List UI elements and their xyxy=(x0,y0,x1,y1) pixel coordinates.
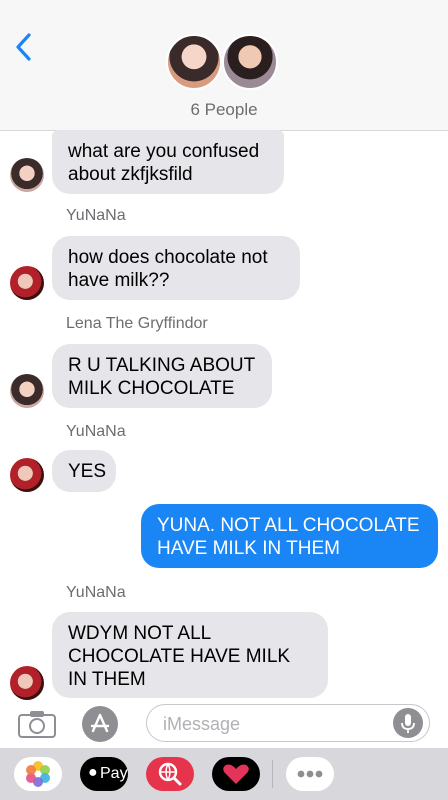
app-drawer: ● Pay xyxy=(0,748,448,800)
message-bubble[interactable]: R U TALKING ABOUT MILK CHOCOLATE xyxy=(52,344,272,408)
microphone-button[interactable] xyxy=(393,708,423,738)
apple-pay-label: Pay xyxy=(100,765,128,782)
avatar xyxy=(166,34,222,90)
outgoing-message-bubble[interactable]: YUNA. NOT ALL CHOCOLATE HAVE MILK IN THE… xyxy=(141,504,438,568)
sender-avatar xyxy=(10,158,44,192)
globe-search-icon xyxy=(158,762,182,786)
message-text: YES xyxy=(68,461,107,482)
tray-divider xyxy=(272,760,273,788)
app-store-icon xyxy=(90,713,110,733)
avatar xyxy=(222,34,278,90)
message-text: what are you confused about zkfjksfild xyxy=(68,141,260,185)
message-bubble[interactable]: WDYM NOT ALL CHOCOLATE HAVE MILK IN THEM xyxy=(52,612,328,698)
sender-avatar xyxy=(10,266,44,300)
back-chevron-icon[interactable] xyxy=(12,32,36,62)
heart-icon xyxy=(223,764,249,784)
sender-name: YuNaNa xyxy=(66,207,126,224)
apple-pay-icon[interactable]: ● Pay xyxy=(80,757,128,791)
group-avatars[interactable] xyxy=(166,34,286,94)
app-store-button[interactable] xyxy=(82,706,118,742)
message-text: R U TALKING ABOUT MILK CHOCOLATE xyxy=(68,355,255,399)
digital-touch-icon[interactable] xyxy=(212,757,260,791)
conversation-header: 6 People xyxy=(0,0,448,131)
message-text: how does chocolate not have milk?? xyxy=(68,247,268,291)
ellipsis-icon xyxy=(297,770,323,778)
message-text: YUNA. NOT ALL CHOCOLATE HAVE MILK IN THE… xyxy=(157,515,420,559)
sender-name: YuNaNa xyxy=(66,423,126,440)
group-member-count[interactable]: 6 People xyxy=(0,100,448,120)
sender-name: Lena The Gryffindor xyxy=(66,315,208,332)
search-images-icon[interactable] xyxy=(146,757,194,791)
message-bubble[interactable]: YES xyxy=(52,450,116,492)
sender-avatar xyxy=(10,458,44,492)
microphone-icon xyxy=(401,714,415,733)
message-bubble[interactable]: what are you confused about zkfjksfild xyxy=(52,130,284,194)
photos-app-icon[interactable] xyxy=(14,757,62,791)
message-text: WDYM NOT ALL CHOCOLATE HAVE MILK IN THEM xyxy=(68,623,291,690)
sender-avatar xyxy=(10,374,44,408)
imessage-input[interactable]: iMessage xyxy=(146,704,430,742)
more-apps-icon[interactable] xyxy=(286,757,334,791)
message-bubble[interactable]: how does chocolate not have milk?? xyxy=(52,236,300,300)
input-placeholder: iMessage xyxy=(163,714,241,734)
sender-name: YuNaNa xyxy=(66,584,126,601)
message-input-bar: iMessage xyxy=(0,700,448,748)
camera-icon[interactable] xyxy=(18,710,56,738)
photos-icon xyxy=(26,761,50,787)
apple-logo-icon: ● xyxy=(88,764,98,781)
sender-avatar xyxy=(10,666,44,700)
